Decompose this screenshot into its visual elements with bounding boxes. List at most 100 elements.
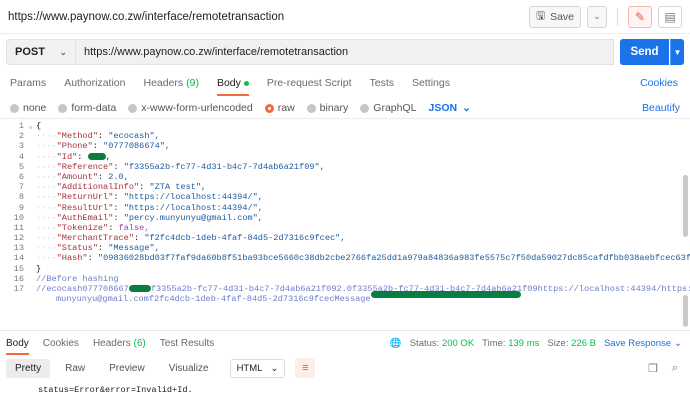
response-panel: Body Cookies Headers (6) Test Results 🌐 … (0, 330, 690, 404)
save-response-button[interactable]: Save Response ⌄ (604, 338, 682, 349)
code-line: 10 ····"AuthEmail": "percy.munyunyu@gmai… (0, 213, 690, 223)
tab-body[interactable]: Body (216, 70, 249, 96)
url-bar: POST ⌄ https://www.paynow.co.zw/interfac… (0, 34, 690, 70)
json-value: "0777086674", (103, 141, 171, 152)
indent-guide: ···· (36, 171, 57, 182)
fold-icon (28, 284, 36, 294)
fold-icon: ⌄ (28, 121, 34, 131)
fold-icon (28, 152, 36, 162)
line-number: 2 (18, 131, 24, 142)
chevron-down-icon: ⌄ (270, 362, 279, 374)
fold-icon (28, 213, 36, 223)
tab-tests[interactable]: Tests (370, 70, 395, 96)
save-options-chevron-icon[interactable]: ⌄ (587, 5, 607, 28)
send-options-chevron-icon[interactable]: ▼ (670, 39, 684, 65)
json-key: "Method" (56, 131, 98, 142)
indent-guide: ···· (36, 243, 57, 254)
tab-body-label: Body (216, 77, 241, 89)
code-line: 5 ····"Reference": "f3355a2b-fc77-4d31-b… (0, 162, 690, 172)
fold-icon (28, 162, 36, 172)
code-text: ····"AuthEmail": "percy.munyunyu@gmail.c… (36, 212, 263, 223)
code-line: 6 ····"Amount": 2.0, (0, 172, 690, 182)
radio-label: GraphQL (373, 102, 417, 114)
radio-circle (360, 103, 370, 113)
copy-icon[interactable]: ❐ (648, 362, 658, 375)
line-number: 16 (13, 273, 24, 284)
time-text: Time: 139 ms (482, 338, 539, 349)
resp-tab-body[interactable]: Body (6, 331, 29, 355)
tab-settings[interactable]: Settings (412, 70, 450, 96)
line-number: 3 (18, 141, 24, 152)
fold-icon (28, 141, 36, 151)
body-type-selector: none form-data x-www-form-urlencoded raw… (0, 96, 690, 120)
line-number (0, 294, 28, 304)
fold-icon (28, 203, 36, 213)
view-pretty[interactable]: Pretty (6, 358, 51, 378)
resp-tab-headers[interactable]: Headers (6) (93, 331, 146, 355)
json-key: "ResultUrl" (56, 202, 114, 213)
radio-graphql[interactable]: GraphQL (360, 102, 416, 114)
indent-guide: ···· (36, 131, 57, 142)
view-preview[interactable]: Preview (100, 359, 154, 378)
indent-guide: ···· (36, 233, 57, 244)
radio-urlencoded[interactable]: x-www-form-urlencoded (128, 102, 253, 114)
view-raw[interactable]: Raw (56, 359, 94, 378)
radio-none[interactable]: none (10, 102, 46, 114)
code-text: munyunyu@gmail.comf2fc4dcb-1deb-4faf-84d… (36, 290, 521, 304)
editor-scrollbar[interactable] (683, 175, 688, 237)
tab-headers-label: Headers (143, 77, 184, 89)
search-icon[interactable]: ⌕ (672, 362, 678, 375)
response-body-text[interactable]: status=Error&error=Invalid+Id. (0, 381, 690, 395)
tab-params[interactable]: Params (10, 70, 46, 96)
line-number: 7 (18, 182, 24, 193)
wrap-lines-icon[interactable]: ≡ (295, 358, 316, 378)
indent-guide: ···· (36, 151, 57, 162)
radio-raw[interactable]: raw (264, 102, 295, 114)
radio-binary[interactable]: binary (306, 102, 348, 114)
tab-authorization[interactable]: Authorization (64, 70, 125, 96)
code-line: 12 ····"MerchantTrace": "f2fc4dcb-1deb-4… (0, 233, 690, 243)
beautify-link[interactable]: Beautify (642, 102, 680, 114)
body-editor[interactable]: 1 ⌄{2 ····"Method": "ecocash", 3 ····"Phon… (0, 118, 690, 328)
view-visualize[interactable]: Visualize (160, 359, 218, 378)
json-key: "MerchantTrace" (56, 233, 134, 244)
resp-headers-count: (6) (133, 337, 146, 349)
fold-icon (28, 233, 36, 243)
format-label: HTML (236, 362, 263, 374)
format-select[interactable]: HTML ⌄ (229, 358, 286, 378)
json-key: "ReturnUrl" (56, 192, 114, 203)
redacted-value (128, 285, 151, 293)
send-button[interactable]: Send (620, 39, 669, 65)
tab-prerequest-script[interactable]: Pre-request Script (267, 70, 352, 96)
indent-guide: ···· (36, 141, 57, 152)
code-comment: //ecocash077708667 (36, 284, 129, 294)
json-key: "AuthEmail" (56, 212, 114, 223)
line-number: 6 (18, 171, 24, 182)
code-text: ····"ReturnUrl": "https://localhost:4439… (36, 192, 263, 203)
json-value: false, (118, 222, 150, 233)
headers-count: (9) (186, 77, 199, 89)
response-tabs: Body Cookies Headers (6) Test Results 🌐 … (0, 331, 690, 355)
request-title[interactable]: https://www.paynow.co.zw/interface/remot… (8, 11, 284, 23)
cookies-link[interactable]: Cookies (640, 70, 678, 96)
save-button[interactable]: 🖫 Save (529, 5, 581, 28)
editor-scrollbar-lower[interactable] (683, 295, 688, 327)
fold-icon (28, 264, 36, 274)
resp-tab-cookies[interactable]: Cookies (43, 331, 79, 355)
resp-tab-test-results[interactable]: Test Results (160, 331, 214, 355)
radio-form-data[interactable]: form-data (58, 102, 116, 114)
language-select[interactable]: JSON ⌄ (428, 102, 470, 114)
method-select[interactable]: POST ⌄ (6, 39, 76, 65)
line-number: 4 (18, 151, 24, 162)
code-line: 9 ····"ResultUrl": "https://localhost:44… (0, 203, 690, 213)
line-number: 9 (18, 202, 24, 213)
edit-pencil-icon[interactable]: ✎ (628, 5, 652, 28)
url-input[interactable]: https://www.paynow.co.zw/interface/remot… (76, 39, 614, 65)
code-line: 8 ····"ReturnUrl": "https://localhost:44… (0, 192, 690, 202)
fold-icon (28, 223, 36, 233)
fold-icon (28, 192, 36, 202)
globe-icon[interactable]: 🌐 (390, 338, 402, 349)
json-key: "AdditionalInfo" (56, 182, 140, 193)
comment-icon[interactable]: ▤ (658, 5, 682, 28)
tab-headers[interactable]: Headers (9) (143, 70, 198, 96)
